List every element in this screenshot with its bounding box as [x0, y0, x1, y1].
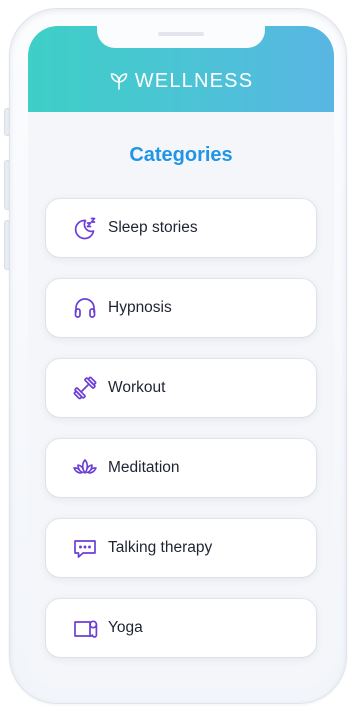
brand-name: WELLNESS: [134, 70, 254, 92]
category-label: Workout: [108, 379, 166, 396]
lotus-icon: [72, 455, 98, 481]
category-workout[interactable]: Workout: [46, 359, 316, 417]
app-header: WELLNESS: [28, 26, 334, 112]
category-label: Hypnosis: [108, 299, 172, 316]
category-hypnosis[interactable]: Hypnosis: [46, 279, 316, 337]
category-yoga[interactable]: Yoga: [46, 599, 316, 657]
phone-notch: [97, 26, 265, 48]
moon-sleep-icon: [72, 215, 98, 241]
category-label: Meditation: [108, 459, 180, 476]
headphones-icon: [72, 295, 98, 321]
category-talking-therapy[interactable]: Talking therapy: [46, 519, 316, 577]
brand-logo[interactable]: WELLNESS: [28, 70, 334, 92]
notch-speaker: [158, 32, 204, 36]
yoga-mat-icon: [72, 615, 98, 641]
dumbbell-icon: [72, 375, 98, 401]
sprout-icon: [109, 71, 129, 91]
chat-bubble-icon: [72, 535, 98, 561]
page-title: Categories: [129, 144, 233, 166]
category-list: Sleep stories Hypnosis Workout Meditatio…: [46, 199, 316, 679]
category-meditation[interactable]: Meditation: [46, 439, 316, 497]
device-mockup: WELLNESS Categories Sleep stories Hypnos…: [0, 0, 355, 711]
app-screen: WELLNESS Categories Sleep stories Hypnos…: [28, 26, 334, 688]
category-label: Talking therapy: [108, 539, 213, 556]
category-label: Sleep stories: [108, 219, 198, 236]
category-label: Yoga: [108, 619, 143, 636]
category-sleep-stories[interactable]: Sleep stories: [46, 199, 316, 257]
